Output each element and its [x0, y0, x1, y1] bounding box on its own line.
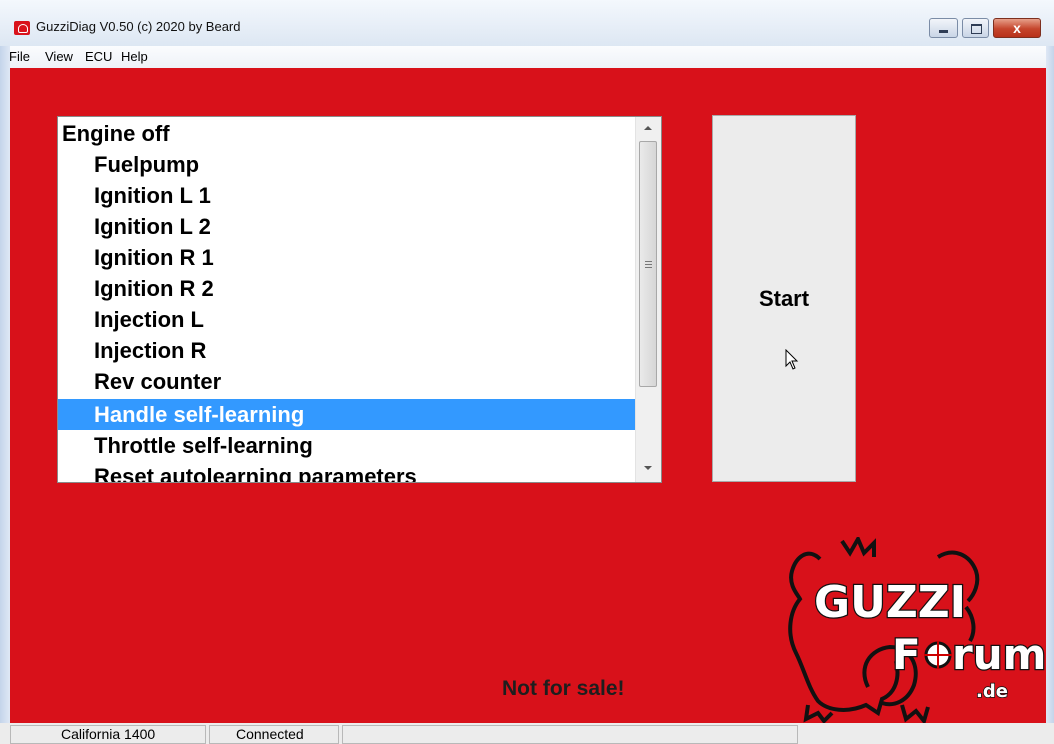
list-item-fuelpump[interactable]: Fuelpump [58, 149, 635, 180]
list-item-injection-l[interactable]: Injection L [58, 304, 635, 335]
list-item-engine-off[interactable]: Engine off [58, 118, 635, 149]
list-item-rev-counter[interactable]: Rev counter [58, 366, 635, 397]
list-item-ignition-l2[interactable]: Ignition L 2 [58, 211, 635, 242]
eagle-outline-icon [788, 537, 980, 723]
app-icon[interactable] [14, 21, 30, 35]
status-bar: California 1400 Connected [0, 723, 1054, 744]
not-for-sale-note: Not for sale! [502, 677, 625, 700]
close-icon: x [1013, 20, 1021, 36]
start-button-label: Start [758, 286, 810, 311]
menu-help[interactable]: Help [121, 48, 148, 65]
menu-file[interactable]: File [9, 48, 30, 65]
logo-de-text: .de [976, 681, 1008, 702]
start-button[interactable]: Start [712, 115, 856, 482]
function-list[interactable]: Engine off Fuelpump Ignition L 1 Ignitio… [57, 116, 662, 483]
window-title: GuzziDiag V0.50 (c) 2020 by Beard [36, 19, 241, 34]
grip-line [645, 261, 652, 262]
crosshair-icon [924, 641, 952, 669]
window-border-right [1046, 46, 1054, 744]
list-scrollbar[interactable] [635, 117, 661, 482]
logo-guzzi-text: GUZZI [814, 577, 966, 628]
minimize-icon [939, 30, 948, 33]
menu-view[interactable]: View [45, 48, 73, 65]
close-button[interactable]: x [993, 18, 1041, 38]
list-item-handle-self-learning[interactable]: Handle self-learning [58, 399, 635, 430]
list-item-ignition-l1[interactable]: Ignition L 1 [58, 180, 635, 211]
maximize-button[interactable] [962, 18, 989, 38]
menu-ecu[interactable]: ECU [85, 48, 112, 65]
grip-line [645, 264, 652, 265]
list-item-throttle-self-learning[interactable]: Throttle self-learning [58, 430, 635, 461]
title-bar[interactable]: GuzziDiag V0.50 (c) 2020 by Beard x [0, 0, 1054, 46]
scroll-up-arrow-icon[interactable] [644, 126, 652, 130]
main-panel: Engine off Fuelpump Ignition L 1 Ignitio… [10, 68, 1046, 723]
scroll-down-arrow-icon[interactable] [644, 466, 652, 470]
minimize-button[interactable] [929, 18, 958, 38]
status-empty-pane [342, 725, 798, 744]
grip-line [645, 267, 652, 268]
status-connection: Connected [209, 725, 339, 744]
scroll-thumb[interactable] [639, 141, 657, 387]
list-item-injection-r[interactable]: Injection R [58, 335, 635, 366]
list-item-ignition-r2[interactable]: Ignition R 2 [58, 273, 635, 304]
guzzi-forum-logo: GUZZI F rum .de [788, 537, 1046, 723]
window-border-left [0, 46, 10, 744]
list-item-reset-autolearning[interactable]: Reset autolearning parameters [58, 461, 635, 482]
list-item-ignition-r1[interactable]: Ignition R 1 [58, 242, 635, 273]
menu-bar: File View ECU Help [0, 46, 1054, 68]
logo-forum-rum-text: rum [952, 630, 1046, 679]
maximize-icon [971, 24, 982, 34]
mouse-cursor-icon [785, 349, 799, 370]
logo-forum-f-text: F [892, 630, 921, 679]
status-model: California 1400 [10, 725, 206, 744]
